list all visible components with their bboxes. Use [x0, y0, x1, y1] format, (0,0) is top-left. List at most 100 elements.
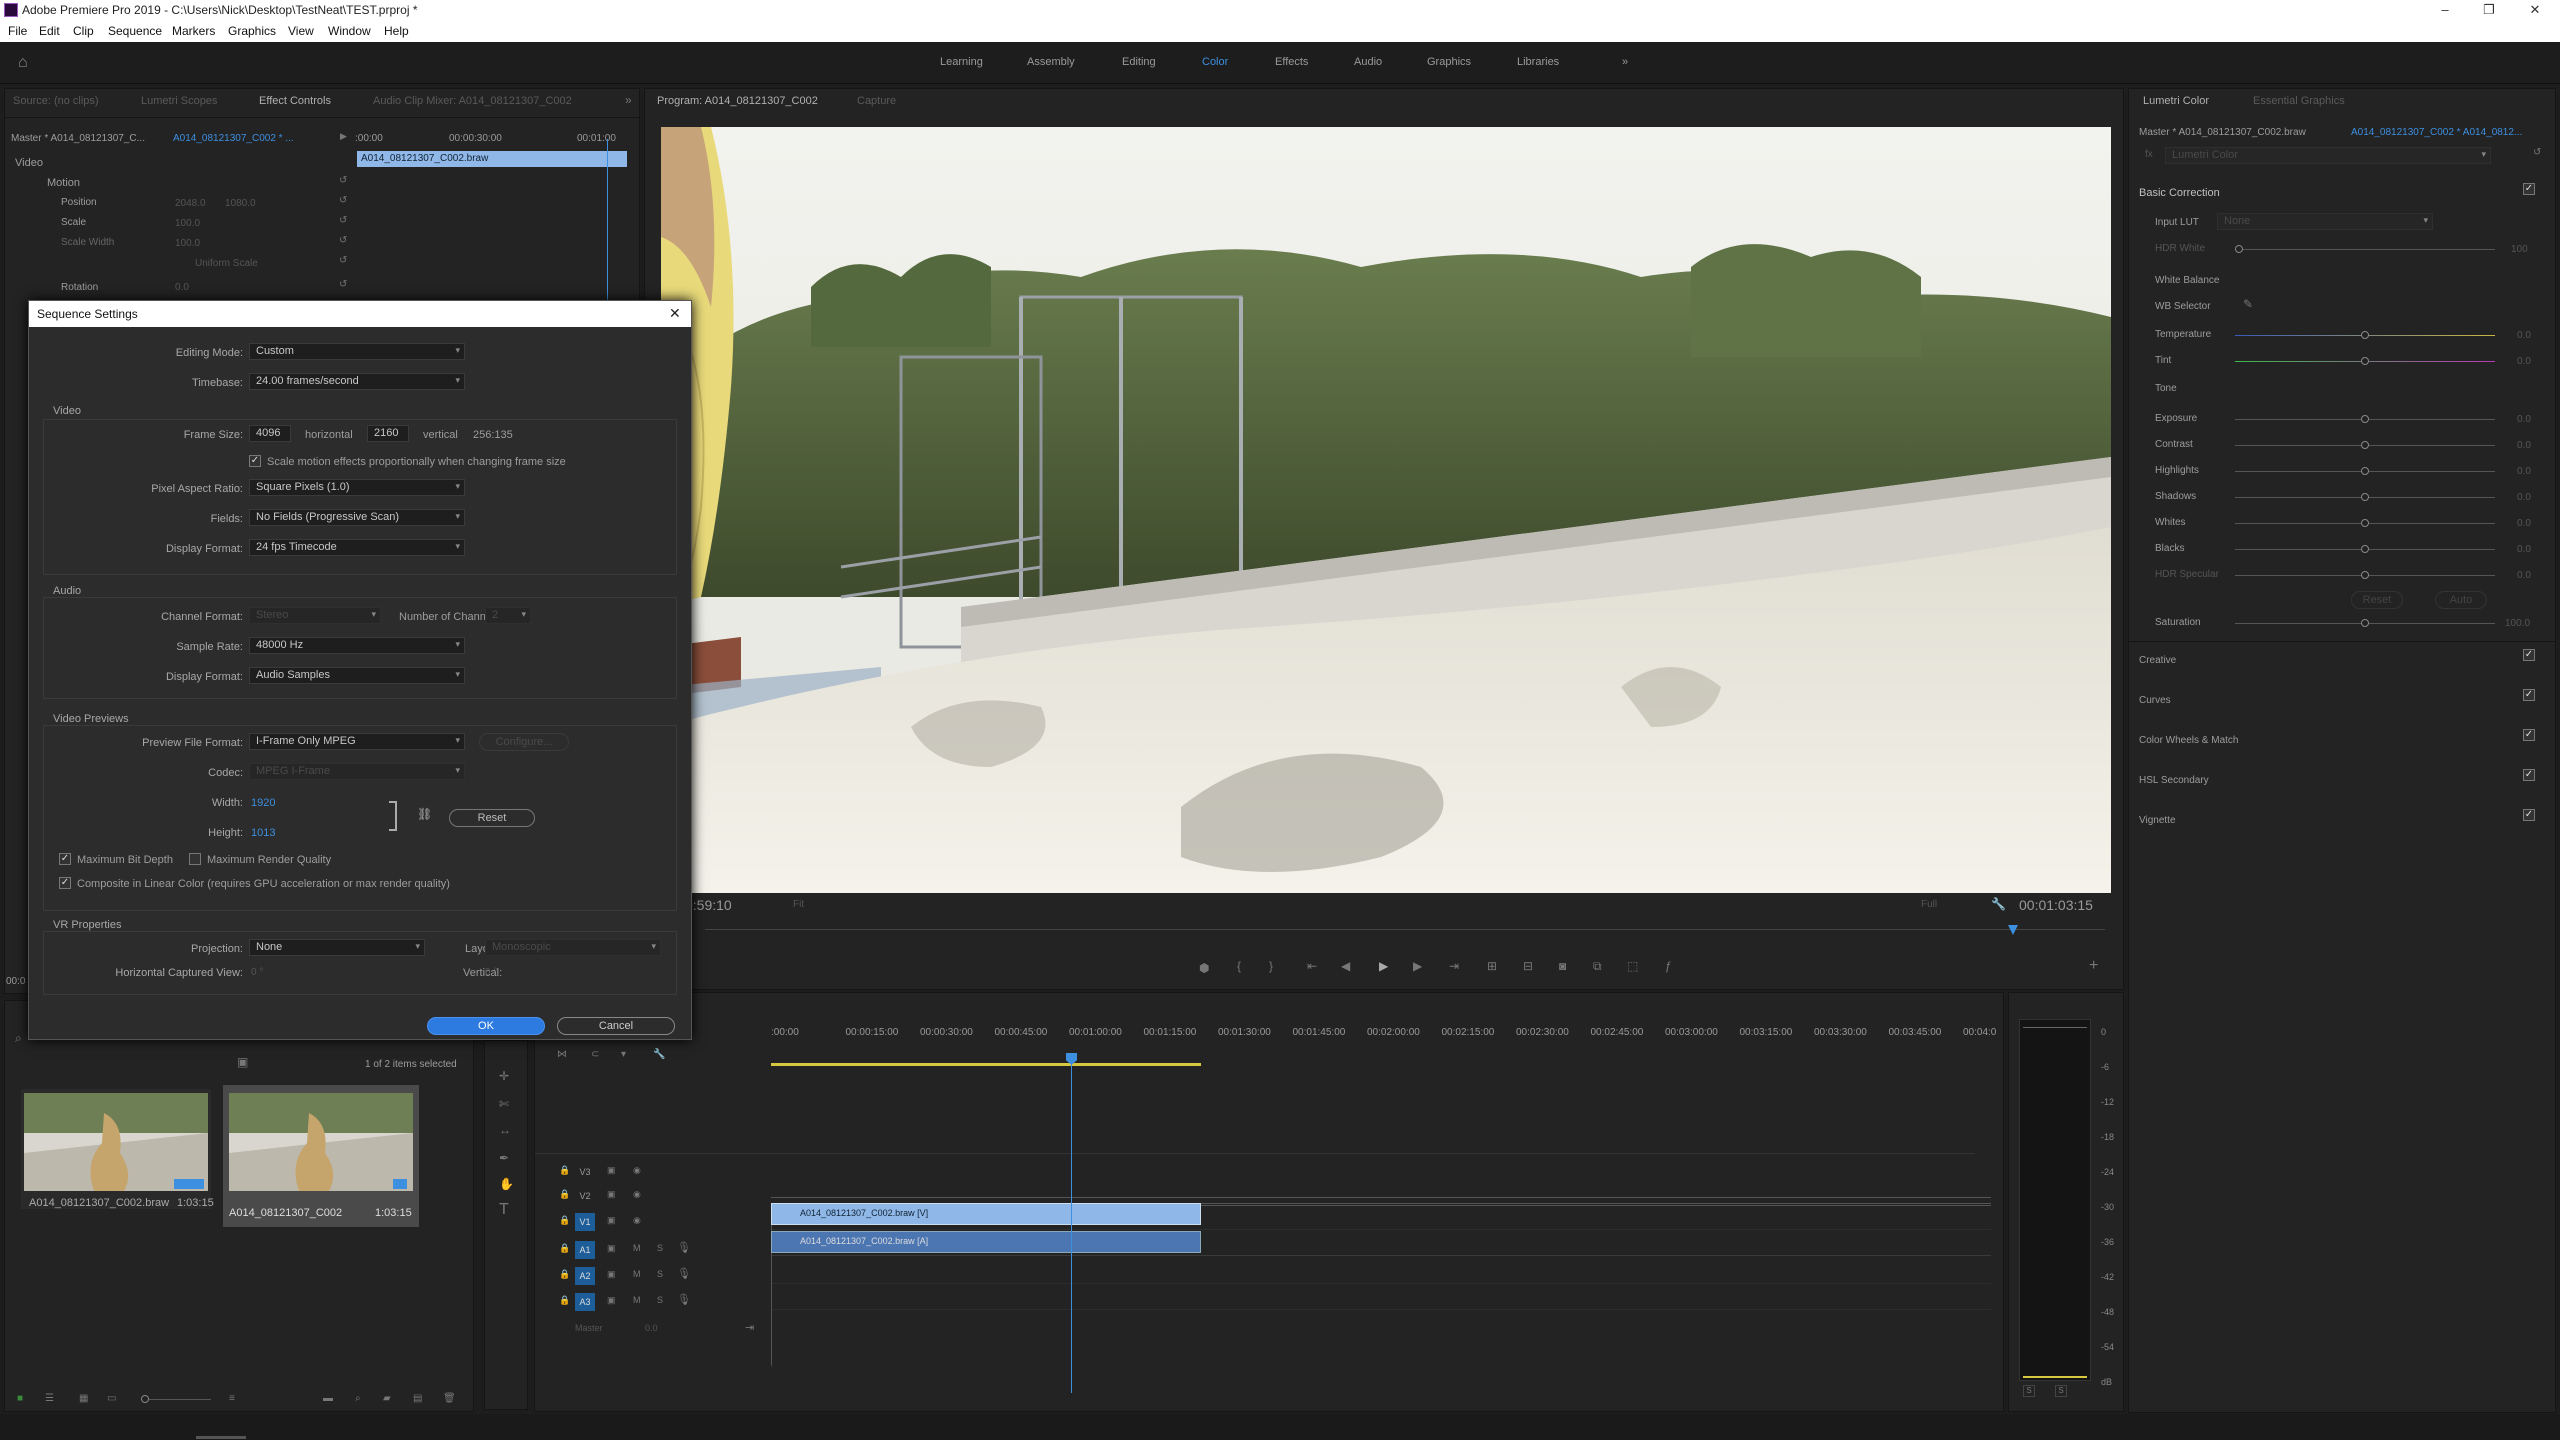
step-forward-icon[interactable]: ▶: [1413, 959, 1422, 973]
trash-icon[interactable]: 🗑: [443, 1393, 456, 1404]
tab-essential-graphics[interactable]: Essential Graphics: [2253, 95, 2345, 107]
workspace-libraries[interactable]: Libraries: [1517, 56, 1559, 68]
ec-position-y[interactable]: 1080.0: [225, 198, 256, 209]
white-balance-header[interactable]: White Balance: [2155, 275, 2219, 286]
sync-lock-icon[interactable]: ▣: [607, 1269, 616, 1280]
play-icon[interactable]: ▶: [1379, 959, 1388, 973]
fields-select[interactable]: No Fields (Progressive Scan) ▾: [249, 509, 465, 526]
track-lock-icon[interactable]: 🔒: [559, 1165, 570, 1176]
lumetri-slider-knob[interactable]: [2361, 441, 2369, 449]
track-target[interactable]: A1: [575, 1241, 595, 1259]
menu-help[interactable]: Help: [384, 24, 409, 38]
reset-parameter-icon[interactable]: ↺: [339, 175, 347, 186]
menu-graphics[interactable]: Graphics: [228, 24, 276, 38]
mute-icon[interactable]: M: [633, 1295, 641, 1305]
scale-motion-checkbox[interactable]: ✓: [249, 455, 261, 467]
mute-icon[interactable]: M: [633, 1269, 641, 1279]
lumetri-slider-value[interactable]: 0.0: [2517, 570, 2531, 581]
menu-file[interactable]: File: [8, 24, 27, 38]
ec-clip-block[interactable]: A014_08121307_C002.braw: [357, 151, 627, 167]
frame-width-input[interactable]: 4096: [249, 425, 291, 442]
color-wheels-toggle[interactable]: ✓: [2523, 729, 2535, 741]
linear-color-checkbox[interactable]: ✓: [59, 877, 71, 889]
section-curves[interactable]: Curves: [2139, 695, 2171, 706]
lumetri-slider[interactable]: [2235, 519, 2495, 527]
play-only-audio-icon[interactable]: ▶: [340, 131, 347, 142]
freeform-view-icon[interactable]: ▭: [107, 1393, 116, 1404]
creative-toggle[interactable]: ✓: [2523, 649, 2535, 661]
eyedropper-icon[interactable]: ✎: [2243, 297, 2253, 311]
ec-rotation-value[interactable]: 0.0: [175, 282, 189, 293]
display-format-select[interactable]: 24 fps Timecode ▾: [249, 539, 465, 556]
solo-right-button[interactable]: S: [2055, 1385, 2067, 1397]
slip-tool-icon[interactable]: ↔: [499, 1123, 511, 1137]
codec-select[interactable]: MPEG I-Frame ▾: [249, 763, 465, 780]
lumetri-slider-knob[interactable]: [2361, 545, 2369, 553]
sync-lock-icon[interactable]: ▣: [607, 1295, 616, 1306]
basic-correction-toggle[interactable]: ✓: [2523, 183, 2535, 195]
snap-icon[interactable]: ⋈: [557, 1049, 567, 1060]
workspace-assembly[interactable]: Assembly: [1027, 56, 1075, 68]
linked-selection-icon[interactable]: ⊂: [591, 1049, 599, 1060]
zoom-knob[interactable]: [141, 1395, 149, 1403]
ec-sequence-clip[interactable]: A014_08121307_C002 * ...: [173, 133, 294, 144]
preview-height-value[interactable]: 1013: [251, 827, 275, 839]
extract-icon[interactable]: ⊟: [1523, 959, 1533, 973]
find-icon[interactable]: ⌕: [355, 1393, 361, 1404]
tab-program[interactable]: Program: A014_08121307_C002: [657, 95, 818, 107]
audio-display-select[interactable]: Audio Samples ▾: [249, 667, 465, 684]
lumetri-slider-knob[interactable]: [2361, 415, 2369, 423]
horizontal-view-value[interactable]: 0 °: [251, 967, 263, 978]
reset-parameter-icon[interactable]: ↺: [339, 195, 347, 206]
tab-audio-clip-mixer[interactable]: Audio Clip Mixer: A014_08121307_C002: [373, 95, 572, 107]
reset-parameter-icon[interactable]: ↺: [339, 255, 347, 266]
hdr-white-knob[interactable]: [2235, 245, 2243, 253]
timeline-playhead[interactable]: [1071, 1053, 1072, 1393]
workspace-color[interactable]: Color: [1202, 56, 1228, 68]
timeline-clip-audio[interactable]: A014_08121307_C002.braw [A]: [771, 1231, 1201, 1253]
reset-parameter-icon[interactable]: ↺: [339, 279, 347, 290]
track-target[interactable]: V3: [575, 1163, 595, 1181]
ok-button[interactable]: OK: [427, 1017, 545, 1035]
vignette-toggle[interactable]: ✓: [2523, 809, 2535, 821]
solo-icon[interactable]: S: [657, 1295, 663, 1305]
workspace-graphics[interactable]: Graphics: [1427, 56, 1471, 68]
menu-window[interactable]: Window: [328, 24, 371, 38]
hdr-white-slider[interactable]: [2235, 245, 2495, 253]
automate-icon[interactable]: ▬: [323, 1393, 333, 1404]
list-view-icon[interactable]: ☰: [45, 1393, 54, 1404]
saturation-value[interactable]: 100.0: [2505, 618, 2530, 629]
tab-lumetri-color[interactable]: Lumetri Color: [2143, 95, 2209, 107]
tab-source[interactable]: Source: (no clips): [13, 95, 99, 107]
section-color-wheels[interactable]: Color Wheels & Match: [2139, 735, 2238, 746]
track-lock-icon[interactable]: 🔒: [559, 1243, 570, 1254]
section-basic-correction[interactable]: Basic Correction: [2139, 187, 2220, 199]
ec-position-x[interactable]: 2048.0: [175, 198, 206, 209]
section-hsl-secondary[interactable]: HSL Secondary: [2139, 775, 2209, 786]
step-back-icon[interactable]: ◀: [1341, 959, 1350, 973]
input-lut-select[interactable]: None ▾: [2217, 213, 2433, 230]
lumetri-slider-value[interactable]: 0.0: [2517, 466, 2531, 477]
lumetri-slider-value[interactable]: 0.0: [2517, 492, 2531, 503]
reset-effect-icon[interactable]: ↺: [2533, 147, 2541, 158]
saturation-slider[interactable]: [2235, 619, 2495, 627]
saturation-knob[interactable]: [2361, 619, 2369, 627]
cancel-button[interactable]: Cancel: [557, 1017, 675, 1035]
curves-toggle[interactable]: ✓: [2523, 689, 2535, 701]
workspace-effects[interactable]: Effects: [1275, 56, 1308, 68]
hdr-white-value[interactable]: 100: [2511, 244, 2528, 255]
home-icon[interactable]: ⌂: [18, 54, 28, 72]
tone-header[interactable]: Tone: [2155, 383, 2177, 394]
workspace-audio[interactable]: Audio: [1354, 56, 1382, 68]
hand-tool-icon[interactable]: ✋: [499, 1177, 514, 1191]
track-target[interactable]: V2: [575, 1187, 595, 1205]
eye-icon[interactable]: ◉: [633, 1189, 641, 1200]
max-bit-depth-checkbox[interactable]: ✓: [59, 853, 71, 865]
lumetri-slider-knob[interactable]: [2361, 571, 2369, 579]
lift-icon[interactable]: ⊞: [1487, 959, 1497, 973]
lumetri-slider[interactable]: [2235, 467, 2495, 475]
preview-format-select[interactable]: I-Frame Only MPEG ▾: [249, 733, 465, 750]
panel-menu-icon[interactable]: »: [625, 93, 632, 107]
minimize-icon[interactable]: –: [2430, 2, 2460, 17]
resolution-select[interactable]: Full: [1921, 899, 1937, 910]
